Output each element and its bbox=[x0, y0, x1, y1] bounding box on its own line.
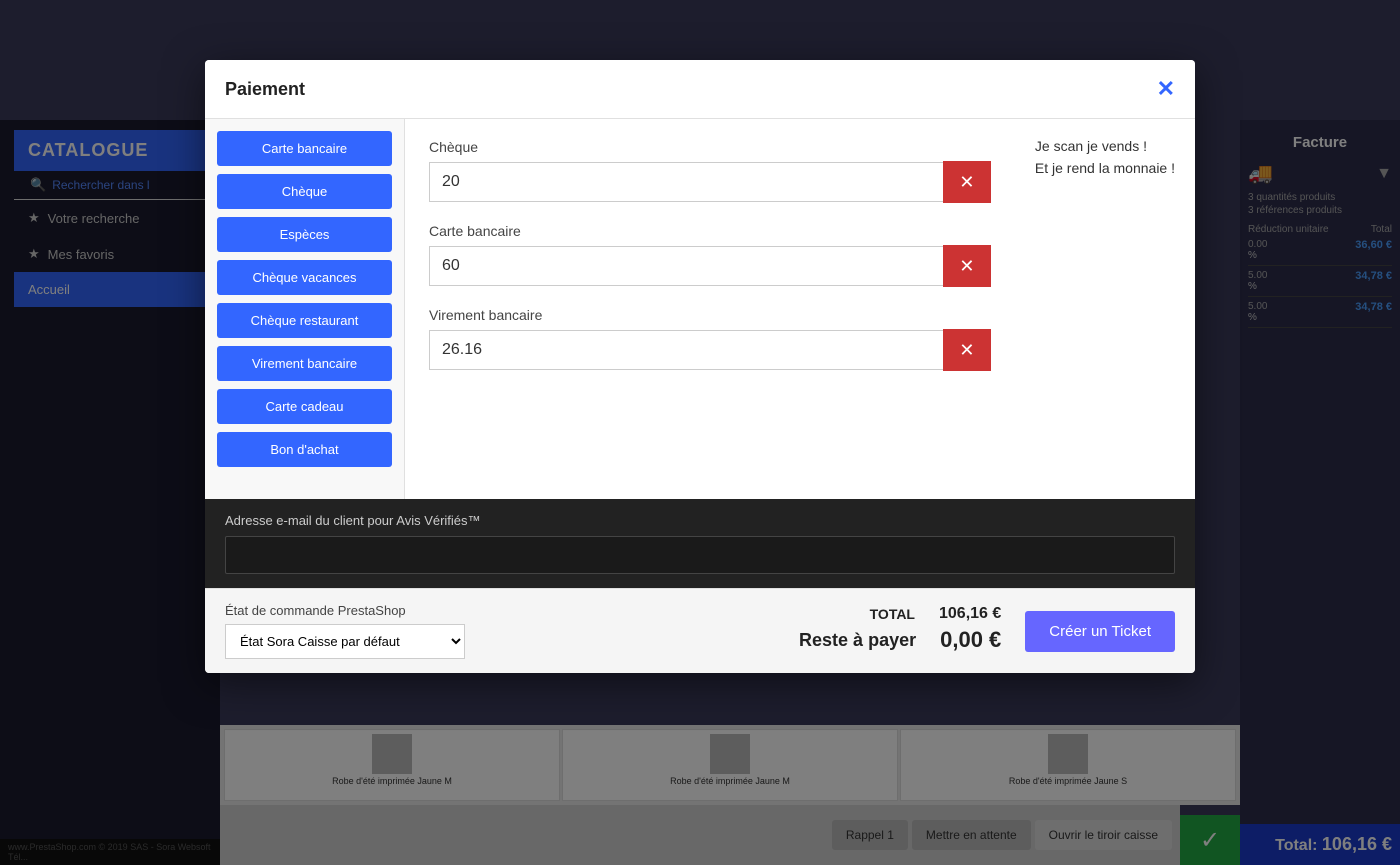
payment-entry: Carte bancaire ✕ bbox=[429, 223, 991, 287]
modal-overlay: Paiement ✕ Carte bancaire Chèque Espèces Ch… bbox=[0, 0, 1400, 865]
entry-label: Carte bancaire bbox=[429, 223, 991, 239]
reste-row: Reste à payer 0,00 € bbox=[799, 627, 1001, 653]
entry-input[interactable] bbox=[429, 162, 943, 202]
message-line1: Je scan je vends ! bbox=[1035, 135, 1175, 157]
modal-paiement: Paiement ✕ Carte bancaire Chèque Espèces Ch… bbox=[205, 60, 1195, 673]
payment-method-btn[interactable]: Carte bancaire bbox=[217, 131, 392, 166]
entry-row: ✕ bbox=[429, 245, 991, 287]
entry-input[interactable] bbox=[429, 246, 943, 286]
payment-content: Chèque ✕ Carte bancaire ✕ Virement banca… bbox=[405, 119, 1195, 499]
payment-methods-panel: Carte bancaire Chèque Espèces Chèque vacanc… bbox=[205, 119, 405, 499]
email-label: Adresse e-mail du client pour Avis Vérif… bbox=[225, 513, 1175, 528]
modal-body: Carte bancaire Chèque Espèces Chèque vacanc… bbox=[205, 119, 1195, 499]
create-ticket-btn[interactable]: Créer un Ticket bbox=[1025, 611, 1175, 652]
payment-entry: Virement bancaire ✕ bbox=[429, 307, 991, 371]
modal-header: Paiement ✕ bbox=[205, 60, 1195, 119]
payment-method-btn[interactable]: Chèque vacances bbox=[217, 260, 392, 295]
modal-title: Paiement bbox=[225, 79, 305, 100]
entry-label: Chèque bbox=[429, 139, 991, 155]
email-input[interactable] bbox=[225, 536, 1175, 574]
entry-row: ✕ bbox=[429, 161, 991, 203]
payment-method-btn[interactable]: Virement bancaire bbox=[217, 346, 392, 381]
modal-close-btn[interactable]: ✕ bbox=[1157, 76, 1175, 102]
entry-remove-btn[interactable]: ✕ bbox=[943, 161, 991, 203]
payment-method-btn[interactable]: Chèque bbox=[217, 174, 392, 209]
total-row: TOTAL 106,16 € bbox=[799, 605, 1001, 623]
entry-input[interactable] bbox=[429, 330, 943, 370]
payment-method-btn[interactable]: Chèque restaurant bbox=[217, 303, 392, 338]
order-state-select[interactable]: État Sora Caisse par défaut bbox=[225, 624, 465, 659]
message-box: Je scan je vends ! Et je rend la monnaie… bbox=[1015, 119, 1195, 499]
message-line2: Et je rend la monnaie ! bbox=[1035, 157, 1175, 179]
totals-section: TOTAL 106,16 € Reste à payer 0,00 € bbox=[799, 605, 1001, 657]
reste-amount: 0,00 € bbox=[940, 627, 1001, 653]
order-state-label: État de commande PrestaShop bbox=[225, 603, 799, 618]
payment-method-btn[interactable]: Carte cadeau bbox=[217, 389, 392, 424]
total-label: TOTAL bbox=[870, 606, 915, 622]
payment-entry: Chèque ✕ bbox=[429, 139, 991, 203]
payment-method-btn[interactable]: Bon d'achat bbox=[217, 432, 392, 467]
reste-label: Reste à payer bbox=[799, 630, 916, 651]
order-state-section: État de commande PrestaShop État Sora Ca… bbox=[225, 603, 799, 659]
entry-label: Virement bancaire bbox=[429, 307, 991, 323]
modal-footer: État de commande PrestaShop État Sora Ca… bbox=[205, 588, 1195, 673]
email-section: Adresse e-mail du client pour Avis Vérif… bbox=[205, 499, 1195, 588]
entry-remove-btn[interactable]: ✕ bbox=[943, 329, 991, 371]
entry-row: ✕ bbox=[429, 329, 991, 371]
payment-entries-panel: Chèque ✕ Carte bancaire ✕ Virement banca… bbox=[405, 119, 1015, 499]
payment-method-btn[interactable]: Espèces bbox=[217, 217, 392, 252]
entry-remove-btn[interactable]: ✕ bbox=[943, 245, 991, 287]
total-amount: 106,16 € bbox=[939, 605, 1001, 623]
